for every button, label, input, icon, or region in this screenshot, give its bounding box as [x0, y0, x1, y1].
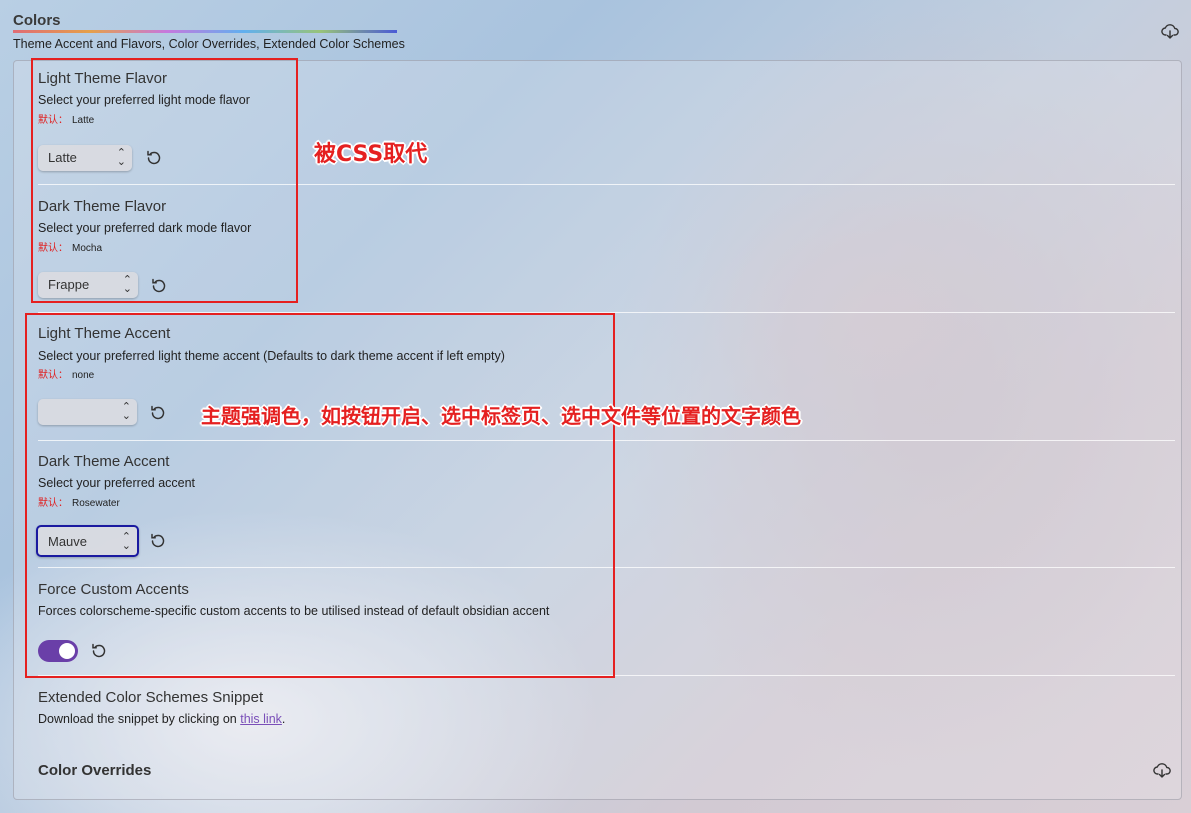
- download-cloud-icon[interactable]: [1161, 22, 1179, 40]
- snippet-link[interactable]: this link: [240, 712, 282, 726]
- annotation-accent-note: 主题强调色，如按钮开启、选中标签页、选中文件等位置的文字颜色: [201, 404, 801, 428]
- download-cloud-icon[interactable]: [1153, 761, 1171, 779]
- color-overrides-title[interactable]: Color Overrides: [38, 762, 151, 779]
- desc-suffix: .: [281, 712, 286, 726]
- section-title: Colors: [13, 12, 61, 29]
- section-subtitle: Theme Accent and Flavors, Color Override…: [13, 37, 405, 51]
- annotation-box-flavor: [31, 58, 298, 303]
- annotation-box-accent: [25, 313, 615, 678]
- setting-desc-extended: Download the snippet by clicking on this…: [38, 712, 285, 726]
- annotation-flavor-note: 被CSS取代: [314, 142, 428, 167]
- desc-prefix: Download the snippet by clicking on: [38, 712, 241, 726]
- setting-name-extended: Extended Color Schemes Snippet: [38, 689, 264, 706]
- rainbow-underline: [13, 30, 397, 33]
